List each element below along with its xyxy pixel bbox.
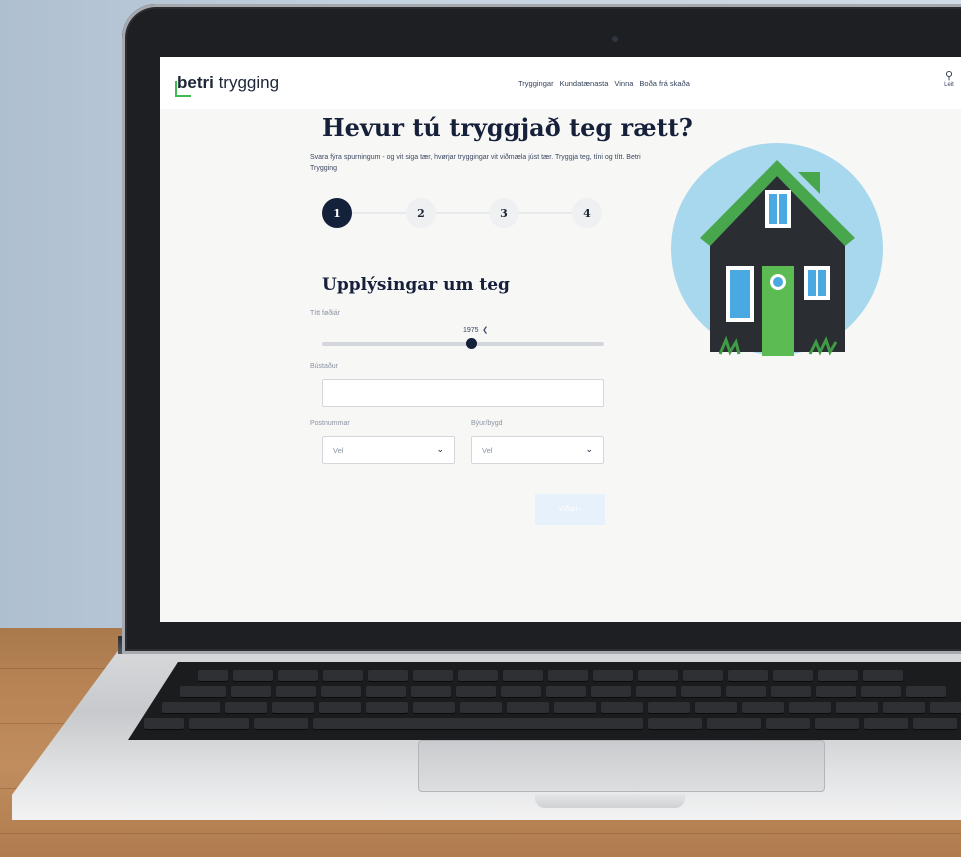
nav-item-bodha-fra-skadha[interactable]: Boða frá skaða (639, 79, 689, 88)
laptop-keyboard (128, 662, 961, 740)
progress-stepper: 1 2 3 4 (322, 198, 604, 228)
laptop-front-notch (535, 794, 685, 808)
address-input[interactable] (322, 379, 604, 407)
site-logo[interactable]: betri trygging (177, 73, 279, 93)
stepper-line (338, 212, 588, 214)
main-nav: Tryggingar Kundatænasta Vinna Boða frá s… (518, 79, 690, 88)
birth-year-value[interactable]: 1975 ❮ (463, 326, 488, 334)
search-label: Leit (944, 82, 954, 88)
postcode-label: Postnummar (310, 420, 350, 427)
birth-year-label: Títt føðiár (310, 310, 340, 317)
step-3[interactable]: 3 (489, 198, 519, 228)
birth-year-text: 1975 (463, 327, 479, 334)
nav-item-kundataenasta[interactable]: Kundatænasta (560, 79, 609, 88)
address-label: Bústaður (310, 363, 339, 370)
chevron-down-icon: ⌄ (436, 444, 444, 454)
touchpad (418, 740, 825, 792)
house-illustration (671, 143, 883, 356)
slider-handle[interactable] (466, 338, 477, 349)
postcode-value: Vel (333, 446, 344, 455)
step-2[interactable]: 2 (406, 198, 436, 228)
site-header: betri trygging Tryggingar Kundatænasta V… (160, 57, 961, 109)
page-title: Hevur tú tryggjað teg rætt? (322, 113, 693, 142)
chevron-down-icon: ⌄ (585, 444, 593, 454)
city-value: Vel (482, 446, 493, 455)
step-4[interactable]: 4 (572, 198, 602, 228)
search-icon: ⚲ (944, 70, 954, 82)
search-button[interactable]: ⚲ Leit (937, 70, 961, 89)
webcam (612, 36, 618, 42)
nav-item-tryggingar[interactable]: Tryggingar (518, 79, 554, 88)
next-button[interactable]: Víðari › (535, 494, 605, 525)
section-title: Upplýsingar um teg (322, 275, 510, 295)
step-1[interactable]: 1 (322, 198, 352, 228)
laptop-screen: betri trygging Tryggingar Kundatænasta V… (160, 57, 961, 622)
logo-bold: betri (177, 73, 214, 92)
city-label: Býur/bygd (471, 420, 503, 427)
logo-rest: trygging (213, 73, 280, 92)
postcode-select[interactable]: Vel ⌄ (322, 436, 455, 464)
pencil-icon: ❮ (480, 327, 489, 334)
birth-year-slider[interactable] (322, 338, 604, 349)
city-select[interactable]: Vel ⌄ (471, 436, 604, 464)
intro-text: Svara fýra spurningum - og vit siga tær,… (310, 154, 641, 172)
nav-item-vinna[interactable]: Vinna (614, 79, 633, 88)
